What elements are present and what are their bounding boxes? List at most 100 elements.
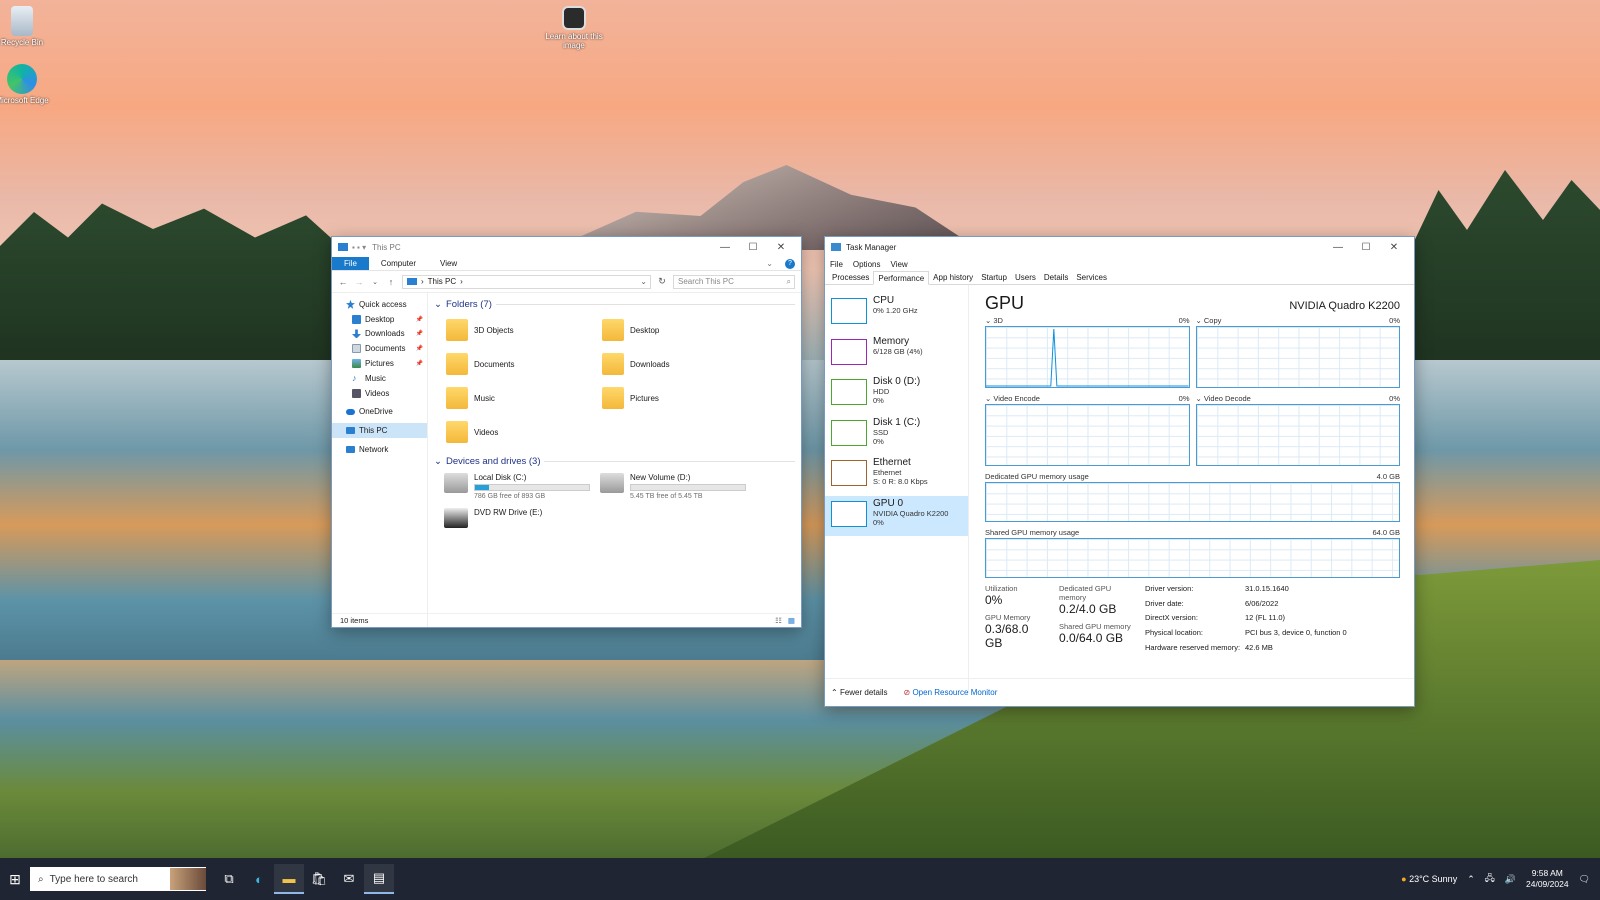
- desktop-icon-learn-about-image[interactable]: Learn about this image: [544, 6, 604, 50]
- taskbar-task-manager[interactable]: ▤: [364, 864, 394, 894]
- minimize-button[interactable]: —: [1324, 242, 1352, 253]
- folder-item[interactable]: 3D Objects: [446, 316, 602, 344]
- tab-performance[interactable]: Performance: [873, 271, 930, 285]
- clock[interactable]: 9:58 AM 24/09/2024: [1526, 868, 1569, 890]
- details-view-icon[interactable]: ☷: [775, 616, 782, 625]
- dedicated-memory-value: 0.2/4.0 GB: [1059, 602, 1117, 616]
- close-button[interactable]: ✕: [767, 242, 795, 253]
- graph-label-copy[interactable]: ⌄ Copy: [1196, 316, 1222, 326]
- ribbon-tab-view[interactable]: View: [428, 257, 469, 270]
- windows-icon: ⊞: [9, 870, 21, 887]
- folder-item[interactable]: Pictures: [602, 384, 758, 412]
- menu-options[interactable]: Options: [853, 260, 881, 269]
- tab-startup[interactable]: Startup: [977, 271, 1011, 284]
- nav-downloads[interactable]: Downloads 📌: [332, 327, 427, 342]
- tab-processes[interactable]: Processes: [828, 271, 873, 284]
- task-view-button[interactable]: ⧉: [214, 864, 244, 894]
- nav-onedrive[interactable]: OneDrive: [332, 405, 427, 420]
- forward-arrow-icon[interactable]: →: [354, 277, 364, 287]
- network-tray-icon[interactable]: 🖧: [1485, 871, 1495, 887]
- folders-group-header[interactable]: ⌄ Folders (7): [434, 299, 795, 310]
- refresh-icon[interactable]: ↻: [657, 276, 667, 287]
- menu-bar: File Options View: [825, 257, 1414, 271]
- folder-item[interactable]: Desktop: [602, 316, 758, 344]
- drive-item-c[interactable]: Local Disk (C:) 786 GB free of 893 GB: [444, 473, 600, 500]
- nav-network[interactable]: Network: [332, 442, 427, 457]
- nav-this-pc[interactable]: This PC: [332, 423, 427, 439]
- content-pane: ⌄ Folders (7) 3D Objects Desktop Documen…: [428, 293, 801, 627]
- expand-ribbon-icon[interactable]: ⌄: [760, 257, 779, 270]
- taskbar-edge[interactable]: ◐: [244, 864, 274, 894]
- taskbar-file-explorer[interactable]: ▬: [274, 864, 304, 894]
- desktop-icon-edge[interactable]: Microsoft Edge: [0, 64, 52, 105]
- back-arrow-icon[interactable]: ←: [338, 277, 348, 287]
- show-hidden-icons-button[interactable]: ⌃: [1467, 874, 1475, 885]
- perf-item-disk-0[interactable]: Disk 0 (D:) HDD 0%: [825, 374, 968, 415]
- graph-3d-line: [986, 328, 1189, 387]
- taskbar-store[interactable]: 🛍: [304, 864, 334, 894]
- tab-details[interactable]: Details: [1040, 271, 1072, 284]
- perf-item-memory[interactable]: Memory 6/128 GB (4%): [825, 334, 968, 375]
- perf-item-cpu[interactable]: CPU 0% 1.20 GHz: [825, 293, 968, 334]
- weather-widget[interactable]: ● 23°C Sunny: [1401, 874, 1457, 884]
- graph-label-video-decode[interactable]: ⌄ Video Decode: [1196, 394, 1251, 404]
- folder-item[interactable]: Music: [446, 384, 602, 412]
- ribbon-tab-file[interactable]: File: [332, 257, 369, 270]
- drive-item-e[interactable]: DVD RW Drive (E:): [444, 508, 600, 528]
- nav-music[interactable]: ♪ Music: [332, 371, 427, 386]
- notifications-icon[interactable]: 🗨: [1579, 874, 1590, 885]
- address-dropdown-icon[interactable]: ⌄: [640, 277, 647, 286]
- tab-app-history[interactable]: App history: [929, 271, 977, 284]
- address-bar[interactable]: › This PC › ⌄: [402, 274, 651, 289]
- graph-label-3d[interactable]: ⌄ 3D: [985, 316, 1003, 326]
- folder-item[interactable]: Videos: [446, 418, 602, 446]
- search-icon: ⌕: [786, 276, 791, 286]
- ethernet-thumbnail-graph: [831, 460, 867, 486]
- search-input[interactable]: Search This PC ⌕: [673, 274, 795, 289]
- nav-quick-access[interactable]: Quick access: [332, 297, 427, 312]
- perf-item-gpu-0[interactable]: GPU 0 NVIDIA Quadro K2200 0%: [825, 495, 968, 536]
- drives-group-header[interactable]: ⌄ Devices and drives (3): [434, 456, 795, 467]
- start-button[interactable]: ⊞: [0, 871, 30, 888]
- menu-file[interactable]: File: [830, 260, 843, 269]
- drive-item-d[interactable]: New Volume (D:) 5.45 TB free of 5.45 TB: [600, 473, 756, 500]
- volume-icon[interactable]: 🔊: [1505, 874, 1516, 885]
- open-resource-monitor-link[interactable]: ⊘ Open Resource Monitor: [904, 688, 998, 697]
- taskmgr-titlebar[interactable]: Task Manager — ☐ ✕: [825, 237, 1414, 257]
- task-view-icon: ⧉: [224, 871, 234, 886]
- nav-desktop[interactable]: Desktop 📌: [332, 312, 427, 327]
- help-icon[interactable]: ?: [779, 257, 801, 270]
- memory-thumbnail-graph: [831, 338, 867, 365]
- breadcrumb[interactable]: This PC: [428, 277, 456, 286]
- tab-users[interactable]: Users: [1011, 271, 1040, 284]
- nav-pictures[interactable]: Pictures 📌: [332, 356, 427, 371]
- maximize-button[interactable]: ☐: [739, 242, 767, 253]
- recent-dropdown-icon[interactable]: ⌄: [370, 278, 380, 286]
- quick-access-toolbar[interactable]: ▪ ▪ ▾: [352, 243, 366, 252]
- menu-view[interactable]: View: [890, 260, 907, 269]
- close-button[interactable]: ✕: [1380, 242, 1408, 253]
- fewer-details-button[interactable]: ⌃ Fewer details: [831, 688, 888, 697]
- resource-monitor-icon: ⊘: [903, 688, 911, 697]
- explorer-titlebar[interactable]: ▪ ▪ ▾ This PC — ☐ ✕: [332, 237, 801, 257]
- edge-icon: ◐: [255, 871, 263, 887]
- perf-item-disk-1[interactable]: Disk 1 (C:) SSD 0%: [825, 415, 968, 456]
- taskbar-search-input[interactable]: ⌕ Type here to search: [30, 867, 206, 891]
- videos-icon: [352, 388, 361, 398]
- ribbon-tab-computer[interactable]: Computer: [369, 257, 428, 270]
- mail-icon: ✉: [343, 871, 355, 886]
- gpu-thumbnail-graph: [831, 500, 867, 527]
- nav-videos[interactable]: Videos: [332, 386, 427, 401]
- folder-item[interactable]: Documents: [446, 350, 602, 378]
- maximize-button[interactable]: ☐: [1352, 242, 1380, 253]
- perf-item-ethernet[interactable]: Ethernet Ethernet S: 0 R: 8.0 Kbps: [825, 455, 968, 496]
- tab-services[interactable]: Services: [1072, 271, 1111, 284]
- minimize-button[interactable]: —: [711, 242, 739, 253]
- graph-label-video-encode[interactable]: ⌄ Video Encode: [985, 394, 1040, 404]
- nav-documents[interactable]: Documents 📌: [332, 341, 427, 356]
- desktop-icon-recycle-bin[interactable]: Recycle Bin: [0, 6, 52, 47]
- taskbar-mail[interactable]: ✉: [334, 864, 364, 894]
- large-icons-view-icon[interactable]: ▦: [788, 616, 795, 625]
- up-arrow-icon[interactable]: ↑: [386, 277, 396, 287]
- folder-item[interactable]: Downloads: [602, 350, 758, 378]
